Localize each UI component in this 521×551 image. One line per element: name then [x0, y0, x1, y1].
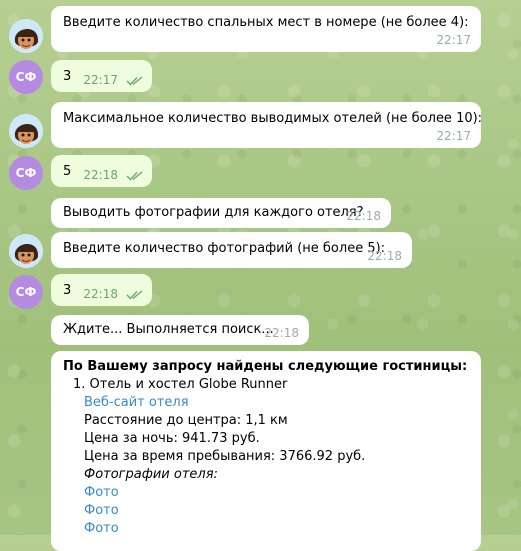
message-text: Введите количество фотографий (не более …: [63, 241, 386, 256]
avatar-initials: СФ: [15, 166, 37, 180]
message-text: 5: [63, 164, 72, 179]
double-check-icon: [126, 171, 143, 181]
message-text: Ждите... Выполняется поиск...: [63, 322, 274, 337]
message-text: Введите количество спальных мест в номер…: [63, 15, 469, 30]
bot-avatar-icon[interactable]: [9, 114, 43, 148]
message-bubble-incoming[interactable]: Максимальное количество выводимых отелей…: [51, 102, 483, 148]
hotel-distance: Расстояние до центра: 1,1 км: [84, 413, 288, 428]
bot-avatar-icon[interactable]: [9, 19, 43, 53]
message-bubble-outgoing[interactable]: 5 22:18: [51, 155, 152, 187]
hotel-name: 1. Отель и хостел Globe Runner: [73, 377, 288, 392]
search-results-message[interactable]: По Вашему запросу найдены следующие гост…: [51, 351, 481, 551]
message-text: Выводить фотографии для каждого отеля?: [63, 205, 364, 220]
user-avatar[interactable]: СФ: [9, 60, 43, 94]
message-bubble-outgoing[interactable]: 3 22:17: [51, 60, 152, 92]
hotel-photos-label: Фотографии отеля:: [84, 467, 218, 482]
message-time: 22:17: [83, 73, 118, 87]
user-avatar[interactable]: СФ: [9, 275, 43, 309]
message-bubble-incoming[interactable]: Введите количество фотографий (не более …: [51, 232, 412, 268]
message-text: Максимальное количество выводимых отелей…: [63, 111, 483, 126]
results-title: По Вашему запросу найдены следующие гост…: [63, 359, 468, 374]
message-time: 22:17: [436, 129, 471, 143]
message-bubble-outgoing[interactable]: 3 22:18: [51, 274, 152, 306]
avatar-initials: СФ: [15, 285, 37, 299]
message-time: 22:18: [346, 209, 381, 223]
hotel-photo-link[interactable]: Фото: [63, 484, 469, 502]
message-time: 22:18: [264, 326, 299, 340]
hotel-website-link[interactable]: Веб-сайт отеля: [63, 394, 469, 412]
hotel-photo-link[interactable]: Фото: [63, 520, 469, 538]
message-time: 22:18: [367, 249, 402, 263]
hotel-photo-link[interactable]: Фото: [63, 502, 469, 520]
hotel-price-total: Цена за время пребывания: 3766.92 руб.: [84, 449, 366, 464]
double-check-icon: [126, 76, 143, 86]
message-bubble-incoming[interactable]: Введите количество спальных мест в номер…: [51, 6, 481, 52]
message-text: 3: [63, 283, 72, 298]
message-time: 22:18: [83, 168, 118, 182]
message-bubble-incoming[interactable]: Ждите... Выполняется поиск... 22:18: [51, 315, 309, 345]
avatar-initials: СФ: [15, 70, 37, 84]
message-text: 3: [63, 69, 72, 84]
bot-avatar-icon[interactable]: [9, 234, 43, 268]
message-time: 22:18: [83, 287, 118, 301]
hotel-price-night: Цена за ночь: 941.73 руб.: [84, 431, 260, 446]
message-time: 22:17: [436, 33, 471, 47]
message-bubble-incoming[interactable]: Выводить фотографии для каждого отеля? 2…: [51, 198, 391, 228]
double-check-icon: [126, 290, 143, 300]
user-avatar[interactable]: СФ: [9, 156, 43, 190]
